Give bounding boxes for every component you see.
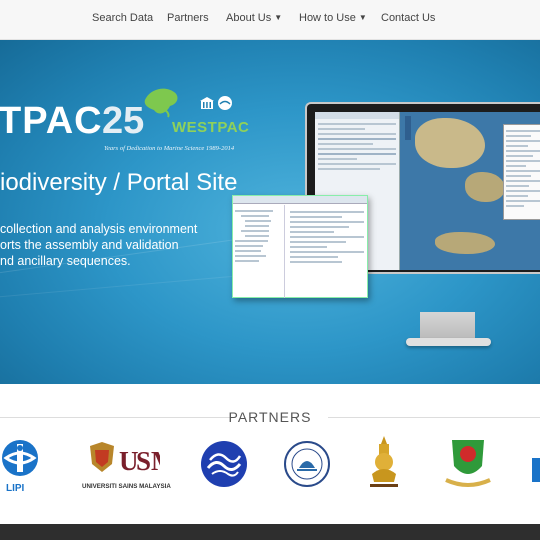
hero-description-line: collection and analysis environment (0, 222, 198, 236)
nav-how-to-use-label: How to Use (299, 12, 356, 24)
shield-emblem-icon (445, 440, 491, 487)
nav-about-us[interactable]: About Us ▼ (226, 12, 282, 24)
brand-logo-text: TPAC (0, 100, 103, 142)
lipi-label: LIPI (6, 483, 25, 494)
round-seal-icon (284, 441, 330, 487)
asia-map-icon (144, 88, 178, 118)
partner-logo-lipi[interactable]: LIPI (0, 438, 44, 494)
top-navbar: Search Data Partners About Us ▼ How to Us… (0, 0, 540, 40)
ioc-emblem-icon (218, 96, 232, 110)
caret-down-icon: ▼ (358, 13, 367, 22)
nav-search-data[interactable]: Search Data (92, 12, 153, 24)
partner-logo-partial[interactable] (532, 458, 540, 494)
partner-logo-ministry[interactable] (442, 436, 494, 492)
popup-titlebar (233, 196, 367, 204)
partial-logo-mark (532, 458, 540, 482)
usm-crest-icon: U SM (90, 442, 177, 476)
legend-content (504, 125, 540, 212)
svg-text:SM: SM (136, 446, 160, 476)
partner-logo-usm[interactable]: U SM UNIVERSITI SAINS MALAYSIA (82, 440, 177, 492)
panel-toolbar (315, 112, 399, 119)
map-landmass (435, 232, 495, 254)
brand-anniversary-number: 25 (102, 100, 145, 142)
partner-logo-fisheries-seal[interactable] (284, 436, 330, 492)
nav-partners[interactable]: Partners (167, 12, 209, 24)
nav-contact-us[interactable]: Contact Us (381, 12, 435, 24)
hero-description: collection and analysis environment orts… (0, 221, 230, 269)
monitor-base (406, 338, 491, 346)
data-popup-window (232, 195, 368, 298)
crown-emblem-icon (370, 436, 398, 487)
westpac-wordmark: WESTPAC (172, 119, 250, 136)
wave-emblem-icon (201, 441, 247, 487)
map-zoom-control (405, 116, 411, 140)
popup-detail-panel (289, 207, 365, 267)
unesco-icon (200, 97, 214, 109)
usm-label: UNIVERSITI SAINS MALAYSIA (82, 483, 171, 490)
nav-about-us-label: About Us (226, 12, 272, 24)
brand-tagline: Years of Dedication to Marine Science 19… (104, 145, 235, 152)
lipi-emblem-icon (2, 440, 38, 476)
map-landmass (465, 172, 505, 202)
map-legend-panel (503, 124, 540, 220)
partner-logo-thai-university[interactable] (364, 434, 404, 492)
hero-description-line: orts the assembly and validation (0, 238, 179, 252)
page-footer (0, 524, 540, 540)
nav-how-to-use[interactable]: How to Use ▼ (299, 12, 367, 24)
hero-title: iodiversity / Portal Site (0, 169, 238, 196)
caret-down-icon: ▼ (274, 13, 283, 22)
hero-banner: TPAC 25 WESTPAC Years of Dedication to M… (0, 40, 540, 384)
popup-tree-panel (233, 205, 285, 298)
hero-description-line: nd ancillary sequences. (0, 254, 131, 268)
partners-heading: PARTNERS (228, 409, 312, 425)
partner-logo-marine-institute[interactable] (200, 440, 248, 488)
panel-content (318, 123, 396, 170)
map-landmass (415, 118, 485, 168)
